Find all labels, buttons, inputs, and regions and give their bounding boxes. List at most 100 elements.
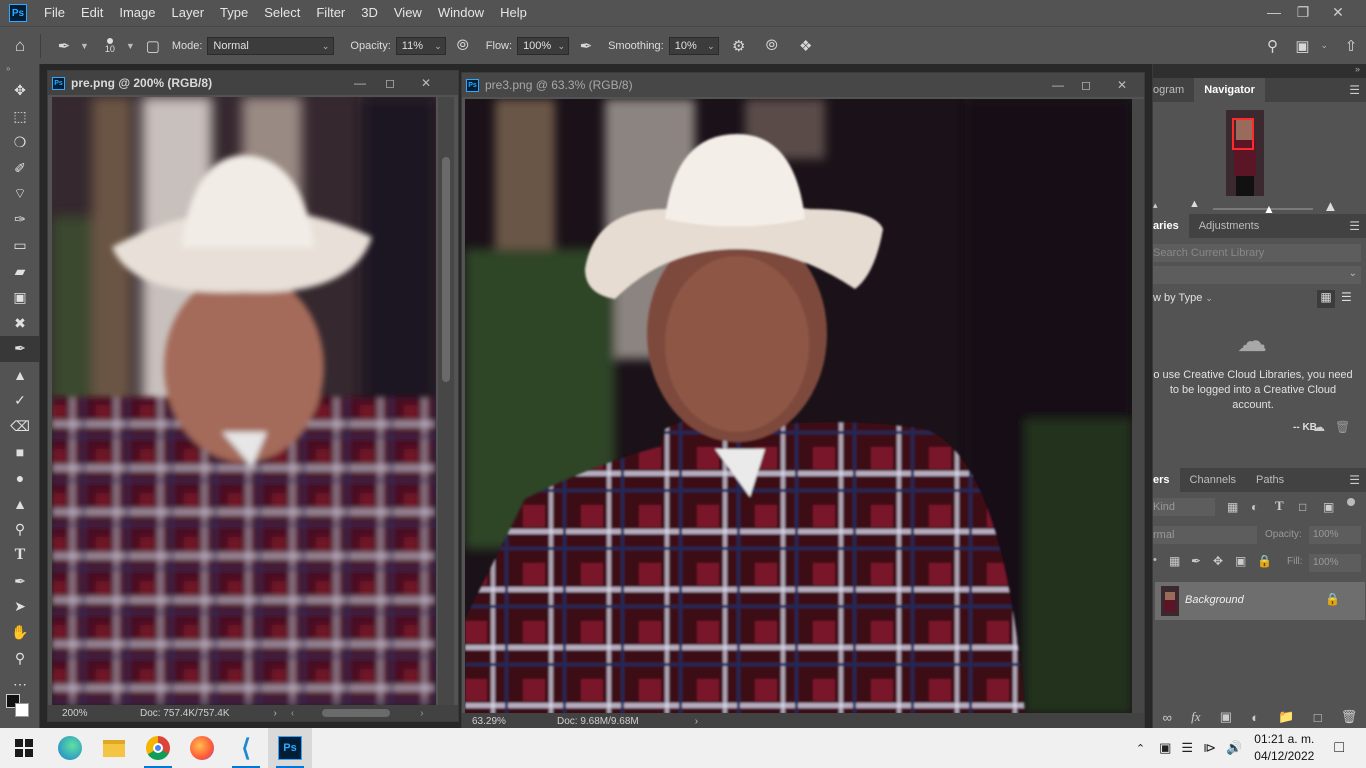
library-search-input[interactable]: Search Current Library: [1153, 244, 1361, 262]
lasso-tool-icon[interactable]: ❍: [0, 130, 40, 156]
document-tab-pre[interactable]: Ps pre.png @ 200% (RGB/8) — ◻ ✕: [48, 71, 458, 95]
file-explorer-icon[interactable]: [92, 728, 136, 768]
fx-icon[interactable]: fx: [1191, 709, 1200, 725]
eraser-tool-icon[interactable]: ⌫: [0, 413, 40, 439]
eyedropper-tool-icon[interactable]: ✑: [0, 207, 40, 233]
scrollbar-thumb[interactable]: [442, 157, 450, 382]
panel-menu-icon[interactable]: ☰: [1349, 473, 1360, 487]
blend-mode-select[interactable]: rmal: [1153, 526, 1257, 544]
crop-tool-icon[interactable]: ⌔: [0, 181, 40, 207]
canvas-pre[interactable]: [52, 97, 436, 705]
zoom-in-icon[interactable]: ▲: [1323, 198, 1338, 215]
wifi-icon[interactable]: ⧐: [1203, 740, 1216, 756]
tab-adjustments[interactable]: Adjustments: [1189, 214, 1270, 238]
navigator-thumbnail[interactable]: [1226, 110, 1264, 196]
opacity-field[interactable]: 11% ⌄: [395, 36, 446, 55]
document-tab-pre3[interactable]: Ps pre3.png @ 63.3% (RGB/8) — ◻ ✕: [462, 73, 1144, 97]
trash-icon[interactable]: 🗑: [1335, 420, 1350, 434]
cc-sync-icon[interactable]: ☁: [1313, 420, 1325, 434]
notifications-icon[interactable]: □: [1334, 739, 1344, 757]
smoothing-settings-gear-icon[interactable]: ⚙: [723, 37, 755, 55]
lock-all-icon[interactable]: 🔒: [1257, 554, 1272, 568]
horizontal-scrollbar-thumb[interactable]: [322, 709, 391, 717]
tab-histogram[interactable]: ogram: [1153, 78, 1194, 102]
frame-tool-icon[interactable]: ▣: [0, 284, 40, 310]
list-view-icon[interactable]: ☰: [1341, 290, 1352, 304]
maximize-document-button[interactable]: ◻: [376, 71, 404, 95]
filter-adjustment-icon[interactable]: ◐: [1251, 500, 1258, 514]
scroll-left-icon[interactable]: ‹: [291, 708, 294, 719]
quick-selection-tool-icon[interactable]: ✐: [0, 155, 40, 181]
tab-libraries[interactable]: aries: [1153, 214, 1189, 238]
dodge-tool-icon[interactable]: ⚲: [0, 517, 40, 543]
scroll-right-icon[interactable]: ›: [420, 708, 423, 719]
share-icon[interactable]: ⇧: [1336, 37, 1366, 55]
menu-view[interactable]: View: [386, 0, 430, 26]
smoothing-field[interactable]: 10% ⌄: [668, 36, 719, 55]
library-select[interactable]: ⌄: [1153, 266, 1361, 284]
zoom-level[interactable]: 200%: [48, 708, 98, 719]
new-layer-icon[interactable]: □: [1314, 710, 1322, 725]
photoshop-taskbar-icon[interactable]: Ps: [268, 728, 312, 768]
clone-stamp-tool-icon[interactable]: ▲: [0, 362, 40, 388]
minimize-document-button[interactable]: —: [346, 71, 374, 95]
vscode-icon[interactable]: ⟨: [224, 728, 268, 768]
brush-settings-icon[interactable]: ▢: [139, 37, 167, 55]
menu-select[interactable]: Select: [256, 0, 308, 26]
network-icon[interactable]: ☰: [1181, 740, 1193, 756]
menu-filter[interactable]: Filter: [308, 0, 353, 26]
zoom-out-small-icon[interactable]: ▴: [1153, 200, 1158, 211]
volume-icon[interactable]: 🔊: [1226, 740, 1242, 756]
workspace-icon[interactable]: ▣: [1287, 37, 1317, 55]
chevron-down-icon[interactable]: ⌄: [1320, 40, 1328, 51]
tab-paths[interactable]: Paths: [1246, 468, 1294, 492]
filter-type-icon[interactable]: T: [1275, 498, 1284, 514]
zoom-out-icon[interactable]: ▲: [1189, 198, 1200, 210]
healing-brush-tool-icon[interactable]: ▭: [0, 233, 40, 259]
lock-artboard-icon[interactable]: ▣: [1235, 554, 1246, 568]
filter-shape-icon[interactable]: □: [1299, 500, 1306, 514]
content-aware-move-tool-icon[interactable]: ✖: [0, 310, 40, 336]
hand-tool-icon[interactable]: ✋: [0, 620, 40, 646]
firefox-icon[interactable]: [180, 728, 224, 768]
search-icon[interactable]: ⚲: [1257, 37, 1287, 55]
filter-toggle-icon[interactable]: [1347, 498, 1355, 506]
color-swatches[interactable]: [6, 694, 32, 722]
flow-field[interactable]: 100% ⌄: [517, 36, 570, 55]
blur-tool-icon[interactable]: ●: [0, 465, 40, 491]
lock-image-icon[interactable]: ✒: [1191, 554, 1201, 568]
fill-field[interactable]: 100%: [1309, 554, 1361, 572]
meet-now-icon[interactable]: ▣: [1159, 740, 1171, 756]
menu-layer[interactable]: Layer: [164, 0, 213, 26]
navigator-view-box[interactable]: [1232, 118, 1254, 150]
layer-opacity-field[interactable]: 100%: [1309, 526, 1361, 544]
move-tool-icon[interactable]: ✥: [0, 78, 40, 104]
chevron-down-icon[interactable]: ▼: [126, 41, 135, 51]
mode-select[interactable]: Normal ⌄: [207, 36, 335, 55]
background-color[interactable]: [15, 703, 29, 717]
menu-3d[interactable]: 3D: [353, 0, 386, 26]
restore-window-button[interactable]: ❐: [1288, 0, 1318, 24]
panel-menu-icon[interactable]: ☰: [1349, 219, 1360, 233]
collapse-panels-icon[interactable]: »: [1355, 64, 1360, 74]
zoom-tool-icon[interactable]: ⚲: [0, 646, 40, 672]
pressure-opacity-icon[interactable]: ⦾: [446, 37, 480, 54]
menu-image[interactable]: Image: [111, 0, 163, 26]
zoom-level[interactable]: 63.29%: [462, 716, 512, 727]
vertical-scrollbar[interactable]: [1132, 99, 1144, 714]
new-group-icon[interactable]: 📁: [1278, 709, 1294, 725]
home-icon[interactable]: ⌂: [0, 36, 40, 56]
history-brush-tool-icon[interactable]: ✓: [0, 388, 40, 414]
layer-kind-filter[interactable]: Kind: [1153, 498, 1215, 516]
canvas-pre3[interactable]: [465, 99, 1132, 714]
link-layers-icon[interactable]: ∞: [1163, 710, 1172, 725]
close-document-button[interactable]: ✕: [412, 71, 440, 95]
brush-tool-icon[interactable]: ✒: [0, 335, 40, 362]
lock-transparent-icon[interactable]: ▦: [1169, 554, 1180, 568]
lock-position-icon[interactable]: ✥: [1213, 554, 1223, 568]
view-by-type-select[interactable]: w by Type ⌄: [1153, 292, 1213, 304]
tab-channels[interactable]: Channels: [1180, 468, 1246, 492]
add-mask-icon[interactable]: ▣: [1220, 709, 1232, 725]
menu-file[interactable]: File: [36, 0, 73, 26]
maximize-document-button[interactable]: ◻: [1072, 73, 1100, 97]
